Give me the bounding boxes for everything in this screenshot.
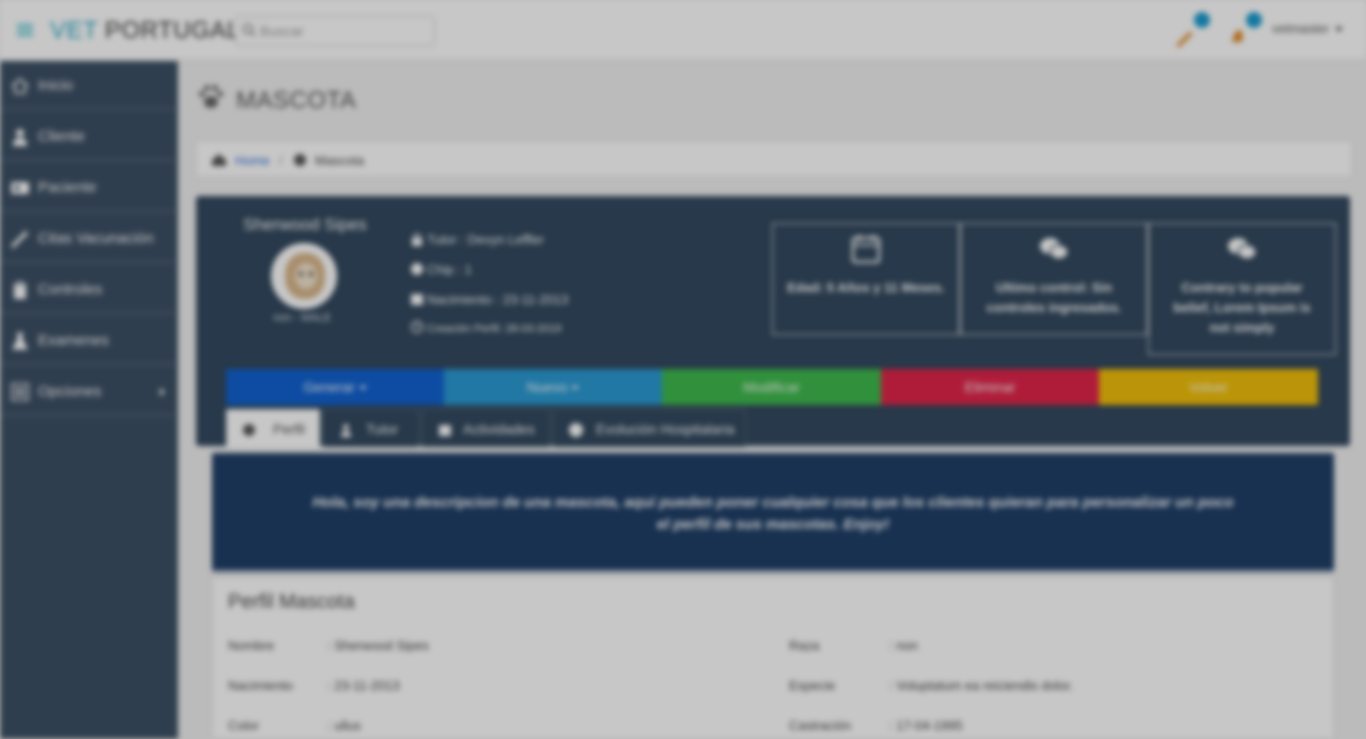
modal-backdrop[interactable] [0,0,1366,739]
